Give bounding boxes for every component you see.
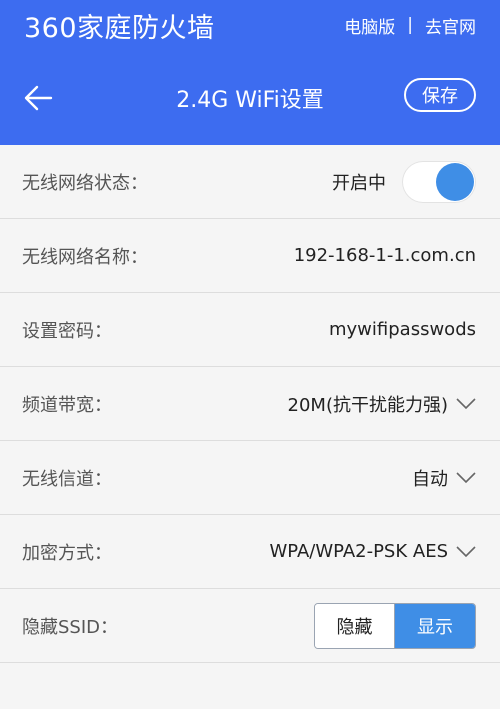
password-row[interactable]: 设置密码： mywifipasswods	[0, 293, 500, 367]
hide-ssid-row: 隐藏SSID： 隐藏 显示	[0, 589, 500, 663]
official-site-link[interactable]: 去官网	[425, 13, 476, 38]
wifi-name-value[interactable]: 192-168-1-1.com.cn	[294, 245, 476, 266]
link-separator: |	[407, 15, 413, 35]
wifi-toggle[interactable]	[402, 160, 476, 203]
bandwidth-label: 频道带宽：	[22, 394, 112, 416]
hide-ssid-segmented-control: 隐藏 显示	[314, 602, 476, 649]
chevron-down-icon	[456, 471, 476, 483]
bandwidth-value: 20M(抗干扰能力强)	[287, 394, 448, 416]
bandwidth-select[interactable]: 20M(抗干扰能力强)	[288, 391, 476, 417]
chevron-down-icon	[456, 545, 476, 557]
wifi-name-label: 无线网络名称：	[22, 246, 148, 268]
password-label: 设置密码：	[22, 320, 112, 342]
brand-title: 360家庭防火墙	[24, 12, 215, 44]
page-header: 2.4G WiFi设置 保存	[0, 50, 500, 145]
encryption-label: 加密方式：	[22, 542, 112, 564]
back-button[interactable]	[22, 82, 54, 114]
encryption-select[interactable]: WPA/WPA2-PSK AES	[269, 541, 476, 562]
page-title: 2.4G WiFi设置	[176, 87, 324, 113]
hide-ssid-option-hide[interactable]: 隐藏	[315, 603, 395, 648]
save-button[interactable]: 保存	[404, 78, 476, 112]
settings-list: 无线网络状态： 开启中 无线网络名称： 192-168-1-1.com.cn 设…	[0, 145, 500, 663]
channel-label: 无线信道：	[22, 468, 112, 490]
channel-row[interactable]: 无线信道： 自动	[0, 441, 500, 515]
wifi-status-row: 无线网络状态： 开启中	[0, 145, 500, 219]
channel-select[interactable]: 自动	[412, 465, 476, 491]
pc-version-link[interactable]: 电脑版	[344, 13, 395, 38]
wifi-status-control: 开启中	[332, 160, 476, 203]
wifi-status-label: 无线网络状态：	[22, 172, 148, 194]
top-links: 电脑版 | 去官网	[344, 13, 476, 38]
chevron-down-icon	[456, 397, 476, 409]
hide-ssid-option-show[interactable]: 显示	[395, 603, 475, 648]
bandwidth-row[interactable]: 频道带宽： 20M(抗干扰能力强)	[0, 367, 500, 441]
encryption-row[interactable]: 加密方式： WPA/WPA2-PSK AES	[0, 515, 500, 589]
wifi-status-value: 开启中	[332, 172, 386, 194]
password-value[interactable]: mywifipasswods	[329, 319, 476, 340]
encryption-value: WPA/WPA2-PSK AES	[269, 541, 448, 562]
hide-ssid-label: 隐藏SSID：	[22, 616, 119, 638]
toggle-knob	[436, 162, 474, 201]
channel-value: 自动	[412, 468, 448, 490]
wifi-name-row[interactable]: 无线网络名称： 192-168-1-1.com.cn	[0, 219, 500, 293]
arrow-left-icon	[24, 85, 53, 110]
top-bar: 360家庭防火墙 电脑版 | 去官网	[0, 0, 500, 50]
